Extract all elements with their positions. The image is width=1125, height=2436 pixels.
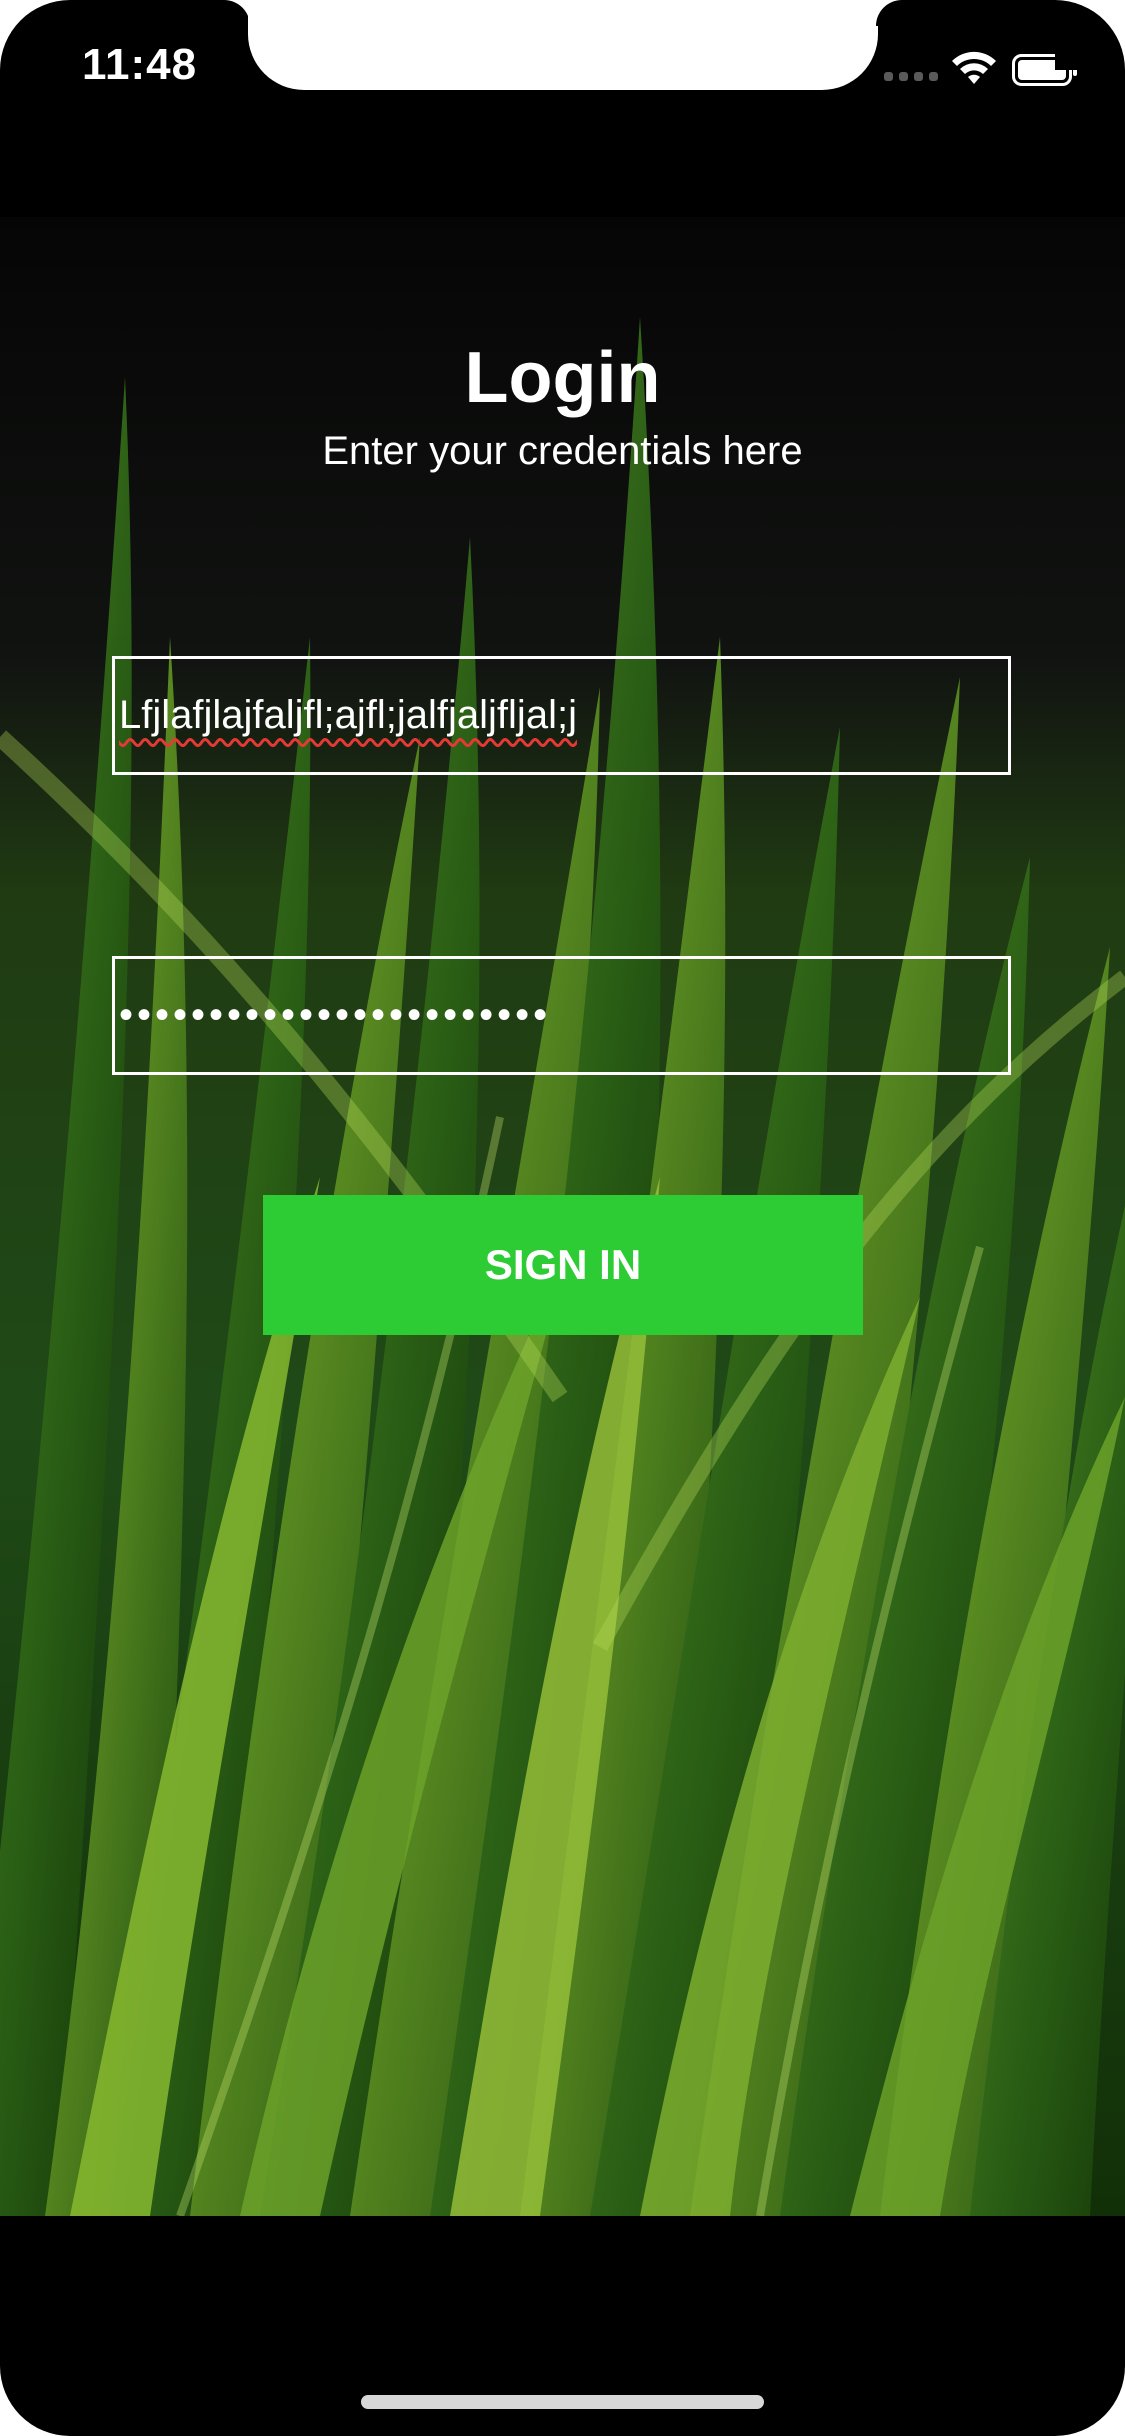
wifi-icon xyxy=(952,51,996,84)
screen-corner-bottom-left xyxy=(0,2366,70,2436)
email-input-value: Lfjlafjlajfaljfl;ajfl;jalfjaljfljal;j xyxy=(119,693,577,737)
home-indicator[interactable] xyxy=(361,2395,764,2409)
password-input-value: •••••••••••••••••••••••• xyxy=(119,993,552,1037)
cellular-signal-icon xyxy=(884,72,938,84)
screen-corner-top-left xyxy=(0,0,70,70)
notch-corner-left xyxy=(224,0,250,26)
screen-corner-bottom-right xyxy=(1055,2366,1125,2436)
status-time: 11:48 xyxy=(82,40,198,89)
screen-corner-top-right xyxy=(1055,0,1125,70)
login-content: Login Enter your credentials here Lfjlaf… xyxy=(0,217,1125,2216)
login-subtitle: Enter your credentials here xyxy=(322,429,803,473)
notch xyxy=(248,0,878,90)
login-title: Login xyxy=(464,338,661,418)
password-field[interactable]: •••••••••••••••••••••••• xyxy=(112,956,1011,1075)
app-screen: 11:48 Login Enter your credentials here … xyxy=(0,0,1125,2436)
email-field[interactable]: Lfjlafjlajfaljfl;ajfl;jalfjaljfljal;j xyxy=(112,656,1011,775)
sign-in-button[interactable]: SIGN IN xyxy=(263,1195,863,1335)
notch-corner-right xyxy=(876,0,902,26)
status-bar: 11:48 xyxy=(0,0,1125,140)
